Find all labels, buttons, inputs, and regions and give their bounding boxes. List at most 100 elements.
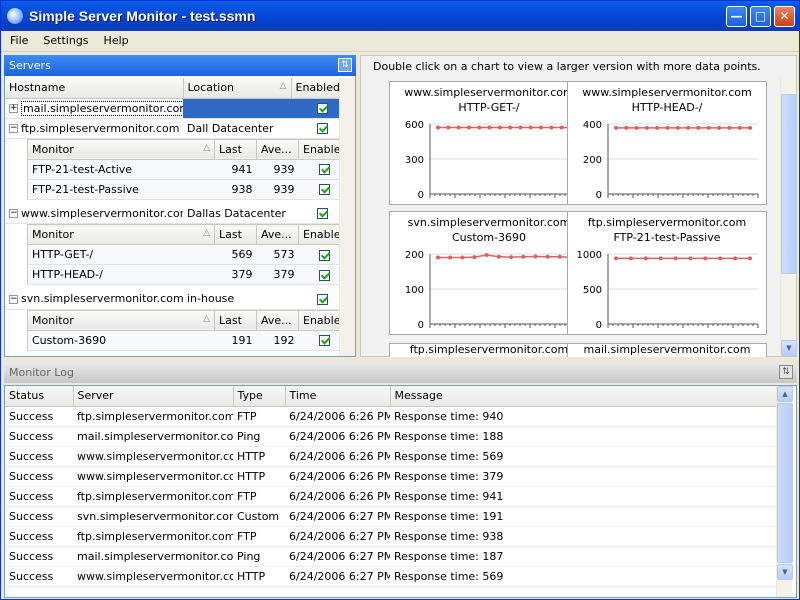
log-server: www.simpleservermonitor.com bbox=[77, 449, 233, 463]
monitor-column[interactable]: Ave... bbox=[256, 139, 299, 160]
y-tick-label: 0 bbox=[596, 320, 602, 331]
monitor-row[interactable]: HTTP-HEAD-/ 379 379 bbox=[27, 264, 351, 285]
log-column-time[interactable]: Time bbox=[285, 386, 391, 407]
response-chart[interactable]: mail.simpleservermonitor.com bbox=[567, 343, 767, 357]
log-row[interactable]: Success ftp.simpleservermonitor.com FTP 6/2… bbox=[5, 486, 776, 507]
scroll-down-button[interactable]: ▼ bbox=[781, 340, 797, 356]
response-chart[interactable]: ftp.simpleservermonitor.com bbox=[389, 343, 589, 357]
checkbox[interactable] bbox=[318, 335, 330, 346]
log-column-server[interactable]: Server bbox=[73, 386, 234, 407]
scroll-thumb[interactable] bbox=[781, 94, 797, 274]
data-point bbox=[673, 256, 678, 261]
checkbox[interactable] bbox=[318, 269, 330, 281]
charts-scrollbar[interactable]: ▼ bbox=[780, 78, 797, 356]
monitor-column[interactable]: Last bbox=[214, 224, 257, 245]
monitor-column[interactable]: Last bbox=[214, 310, 257, 331]
data-point bbox=[559, 125, 564, 130]
log-type: Ping bbox=[237, 429, 261, 443]
monitor-subgrid-cell: Monitor △ Last Ave... Enabled HTTP-GET-/569 57… bbox=[5, 224, 354, 290]
response-chart[interactable]: ftp.simpleservermonitor.com FTP-21-test-P… bbox=[567, 211, 767, 335]
response-chart[interactable]: www.simpleservermonitor.com HTTP-HEAD-/ 0 2… bbox=[567, 81, 767, 205]
title-bar[interactable]: Simple Server Monitor - test.ssmn — □ ✕ bbox=[1, 1, 799, 31]
pin-icon[interactable]: ⇅ bbox=[779, 365, 793, 379]
scroll-thumb[interactable] bbox=[777, 403, 793, 563]
checkbox[interactable] bbox=[317, 293, 328, 305]
log-row[interactable]: Success mail.simpleservermonitor.com Ping 6… bbox=[5, 426, 776, 447]
checkbox[interactable] bbox=[317, 208, 328, 220]
menu-help[interactable]: Help bbox=[98, 31, 135, 47]
log-time-cell: 6/24/2006 6:27 PM bbox=[285, 546, 390, 567]
column-location[interactable]: Location △ bbox=[183, 78, 292, 99]
log-type: Custom bbox=[237, 509, 280, 523]
monitor-column[interactable]: Ave... bbox=[256, 310, 299, 331]
collapse-icon[interactable]: − bbox=[9, 209, 18, 219]
servers-tree: Hostname Location △ Enabled + mail.simpleserv… bbox=[5, 78, 355, 355]
checkbox[interactable] bbox=[318, 164, 330, 175]
servers-column-header: Hostname Location △ Enabled bbox=[5, 78, 355, 99]
log-status: Success bbox=[9, 569, 54, 583]
server-row[interactable]: − svn.simpleservermonitor.com in-house bbox=[5, 289, 354, 310]
monitor-row[interactable]: Custom-3690 191 192 bbox=[27, 330, 351, 351]
data-point bbox=[686, 125, 691, 130]
collapse-icon[interactable]: − bbox=[9, 294, 18, 304]
log-scrollbar[interactable]: ▲ ▼ bbox=[776, 386, 793, 597]
log-server-cell: www.simpleservermonitor.com bbox=[73, 446, 233, 467]
log-row[interactable]: Success www.simpleservermonitor.com HTTP 6/… bbox=[5, 566, 776, 587]
checkbox[interactable] bbox=[317, 123, 328, 134]
checkbox[interactable] bbox=[317, 103, 328, 114]
monitor-average-cell: 573 bbox=[256, 244, 299, 265]
response-chart[interactable]: svn.simpleservermonitor.com Custom-3690 0 1… bbox=[389, 211, 589, 335]
expand-icon[interactable]: + bbox=[9, 104, 18, 113]
log-type: FTP bbox=[237, 489, 257, 503]
data-point bbox=[508, 125, 513, 130]
log-message-cell: Response time: 938 bbox=[390, 526, 776, 547]
log-row[interactable]: Success svn.simpleservermonitor.com Custom… bbox=[5, 506, 776, 527]
data-point bbox=[665, 125, 670, 130]
minimize-button[interactable]: — bbox=[726, 6, 747, 27]
log-row[interactable]: Success mail.simpleservermonitor.com Ping 6… bbox=[5, 546, 776, 567]
log-column-status[interactable]: Status bbox=[5, 386, 74, 407]
server-row[interactable]: + mail.simpleservermonitor.com bbox=[5, 98, 354, 119]
column-label: Status bbox=[9, 389, 45, 403]
server-row[interactable]: − www.simpleservermonitor.com Dallas Datac… bbox=[5, 203, 354, 224]
chevron-down-icon: ▼ bbox=[782, 568, 788, 576]
log-row[interactable]: Success www.simpleservermonitor.com HTTP 6/… bbox=[5, 446, 776, 467]
monitor-column[interactable]: Last bbox=[214, 139, 257, 160]
column-hostname[interactable]: Hostname bbox=[5, 78, 184, 99]
series-line bbox=[438, 254, 573, 259]
log-column-type[interactable]: Type bbox=[233, 386, 286, 407]
checkbox[interactable] bbox=[318, 249, 330, 261]
chart-host: ftp.simpleservermonitor.com bbox=[587, 216, 747, 229]
pin-icon[interactable]: ⇅ bbox=[338, 58, 352, 72]
menu-settings[interactable]: Settings bbox=[37, 31, 94, 47]
monitor-average: 379 bbox=[273, 268, 295, 281]
servers-scrollbar[interactable] bbox=[339, 78, 355, 356]
monitor-row[interactable]: FTP-21-test-Passive 938 939 bbox=[27, 179, 351, 200]
monitor-row[interactable]: FTP-21-test-Active 941 939 bbox=[27, 159, 351, 180]
response-chart[interactable]: www.simpleservermonitor.com HTTP-GET-/ 0 30… bbox=[389, 81, 589, 205]
collapse-icon[interactable]: − bbox=[9, 124, 18, 133]
monitor-last-cell: 191 bbox=[214, 330, 257, 351]
log-row[interactable]: Success www.simpleservermonitor.com HTTP 6/… bbox=[5, 466, 776, 487]
monitor-average-cell: 192 bbox=[256, 330, 299, 351]
data-point bbox=[717, 125, 722, 130]
scroll-up-button[interactable]: ▲ bbox=[777, 386, 793, 402]
monitor-column[interactable]: Ave... bbox=[256, 224, 299, 245]
menu-file[interactable]: File bbox=[4, 31, 34, 47]
server-row[interactable]: − ftp.simpleservermonitor.com Dall Datacen… bbox=[5, 118, 354, 139]
log-row[interactable]: Success ftp.simpleservermonitor.com FTP 6/2… bbox=[5, 406, 776, 427]
close-button[interactable]: ✕ bbox=[774, 6, 795, 27]
monitor-row[interactable]: HTTP-GET-/ 569 573 bbox=[27, 244, 351, 265]
monitor-column[interactable]: Monitor △ bbox=[27, 310, 215, 331]
log-row[interactable]: Success ftp.simpleservermonitor.com FTP 6/2… bbox=[5, 526, 776, 547]
maximize-button[interactable]: □ bbox=[750, 6, 771, 27]
monitor-column[interactable]: Monitor △ bbox=[27, 139, 215, 160]
log-column-message[interactable]: Message bbox=[390, 386, 777, 407]
scroll-down-button[interactable]: ▼ bbox=[777, 564, 793, 580]
checkbox[interactable] bbox=[318, 184, 330, 195]
y-tick-label: 1000 bbox=[577, 250, 602, 261]
log-server: www.simpleservermonitor.com bbox=[77, 569, 233, 583]
log-type-cell: FTP bbox=[233, 406, 285, 427]
monitor-column[interactable]: Monitor △ bbox=[27, 224, 215, 245]
log-server: mail.simpleservermonitor.com bbox=[77, 429, 233, 443]
